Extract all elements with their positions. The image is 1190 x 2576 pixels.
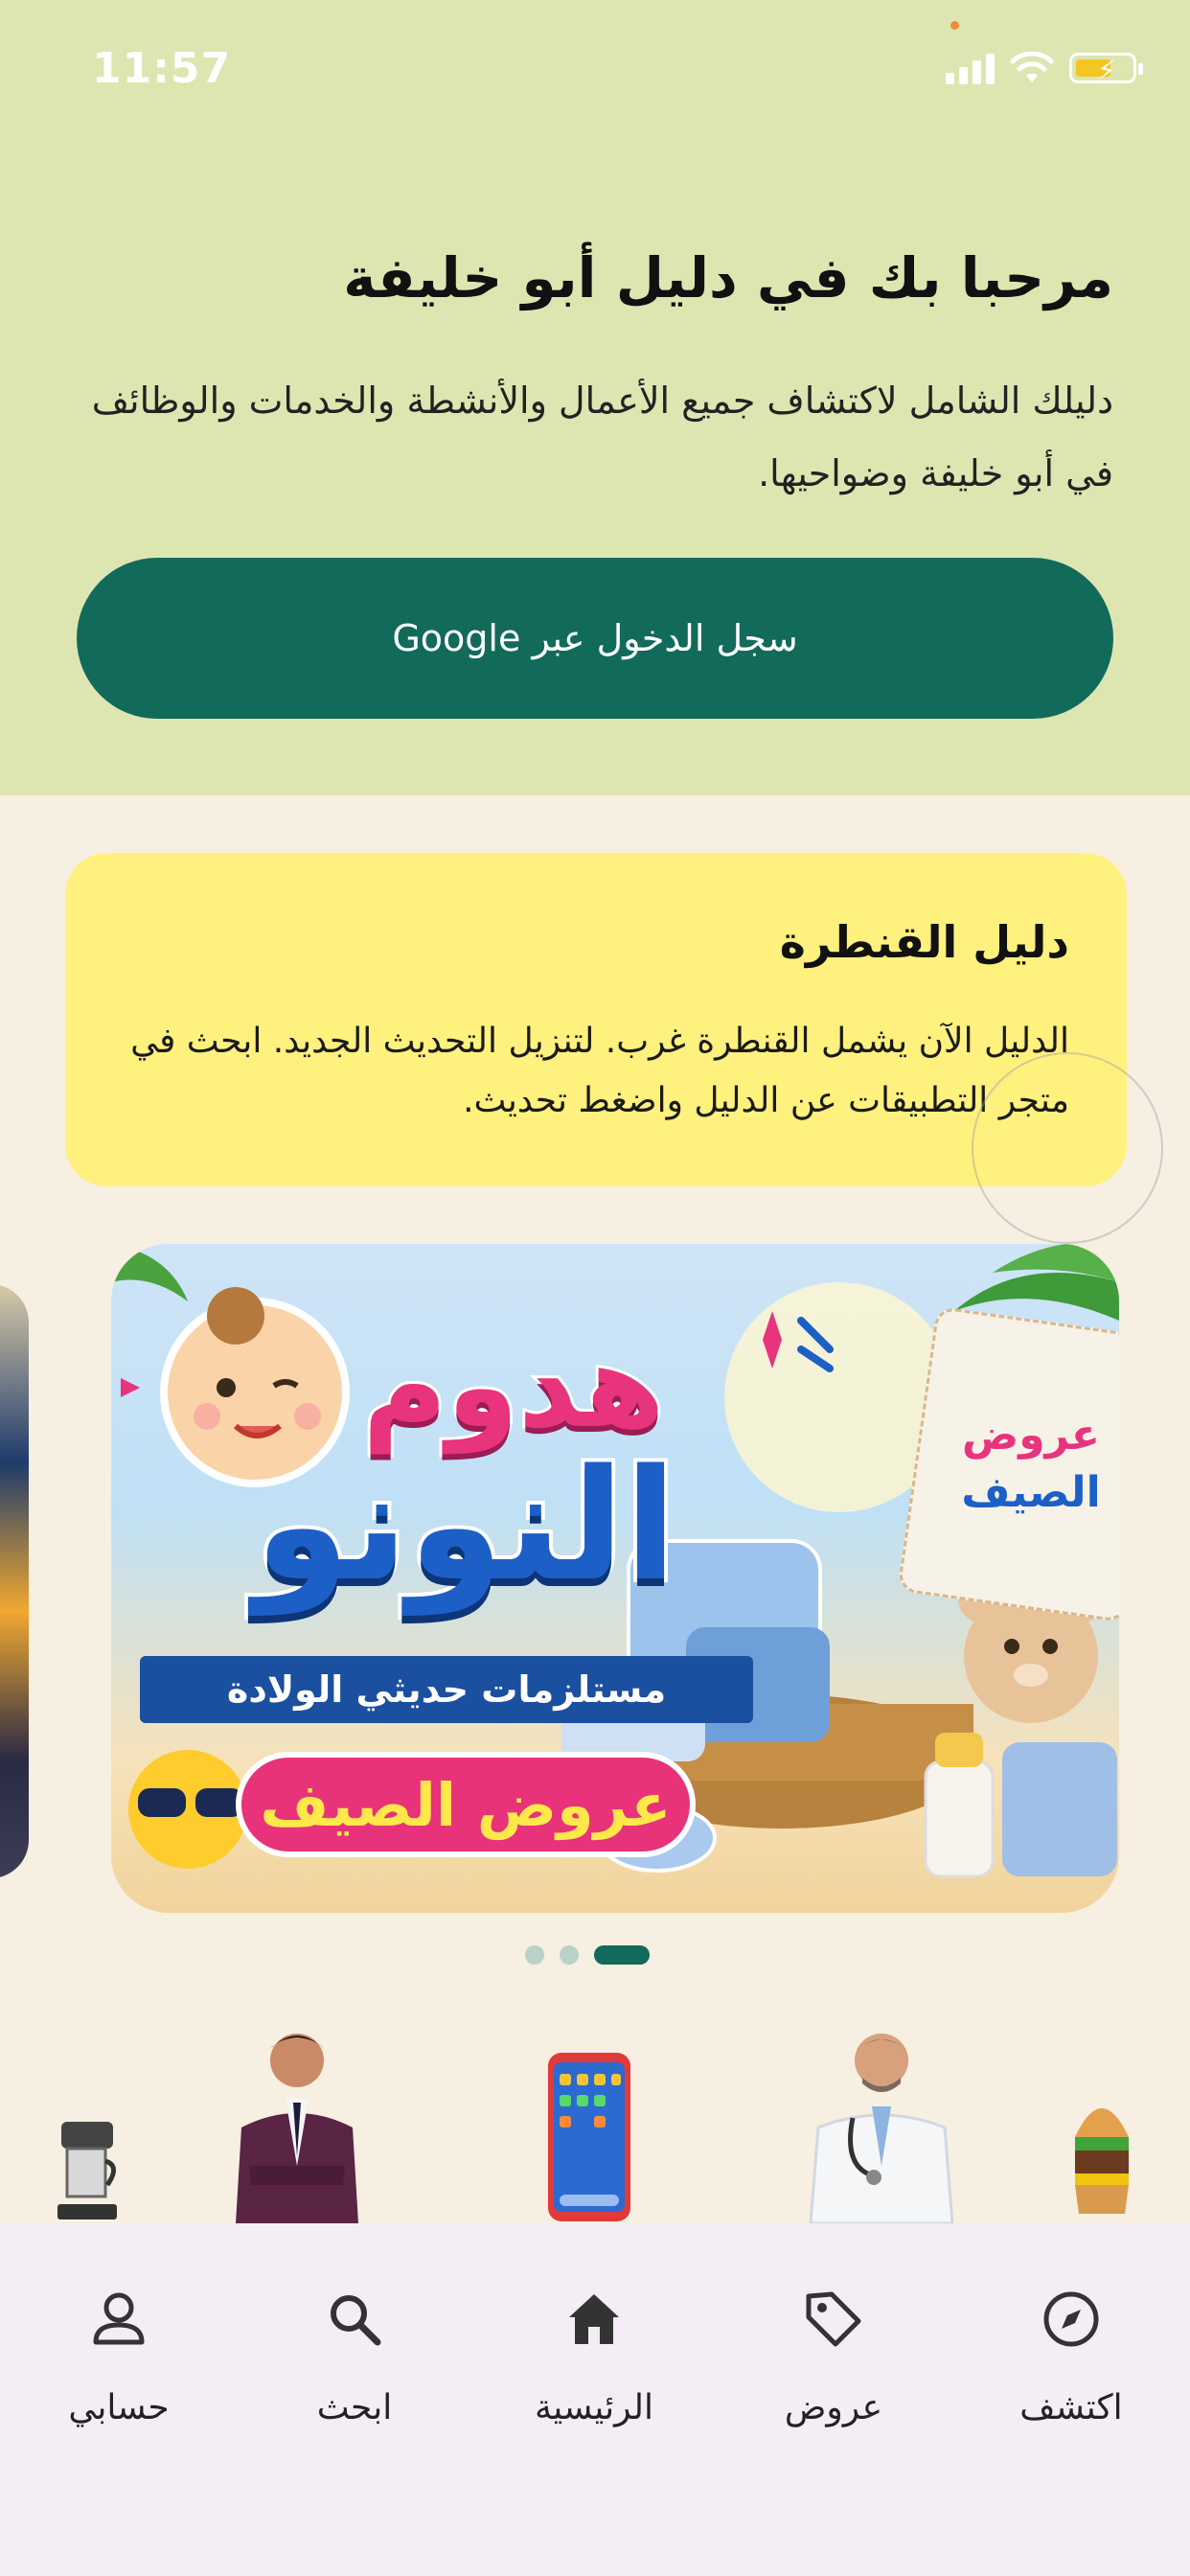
home-icon	[569, 2294, 619, 2344]
nav-label-offers: عروض	[784, 2388, 883, 2427]
nav-label-account: حسابي	[68, 2388, 170, 2427]
nav-label-home: الرئيسية	[535, 2388, 653, 2427]
status-bar: 11:57 ⚡	[0, 0, 1190, 134]
nav-item-offers[interactable]: عروض	[738, 2281, 929, 2427]
notice-card[interactable]: دليل القنطرة الدليل الآن يشمل القنطرة غر…	[65, 853, 1127, 1186]
status-time: 11:57	[92, 44, 232, 93]
banner-brand-line1: هدوم	[359, 1318, 667, 1457]
nav-item-explore[interactable]: اكتشف	[975, 2281, 1167, 2427]
battery-icon: ⚡	[1069, 53, 1143, 86]
carousel-indicator	[525, 1945, 650, 1965]
google-signin-button[interactable]: سجل الدخول عبر Google	[77, 558, 1113, 719]
carousel-dot[interactable]	[525, 1945, 544, 1965]
promo-banner[interactable]: هدوم النونو مستلزمات حديثي الولادة عروض …	[111, 1244, 1119, 1913]
nav-item-home[interactable]: الرئيسية	[498, 2281, 690, 2427]
compass-icon	[1043, 2291, 1099, 2347]
businessman-icon[interactable]	[230, 2022, 364, 2223]
nav-item-search[interactable]: ابحث	[259, 2281, 450, 2427]
notice-body: الدليل الآن يشمل القنطرة غرب. لتنزيل الت…	[130, 1022, 1069, 1120]
welcome-subtitle: دليلك الشامل لاكتشاف جميع الأعمال والأنش…	[91, 380, 1113, 494]
previous-banner-peek[interactable]	[0, 1284, 29, 1878]
person-icon	[93, 2292, 145, 2345]
signal-icon	[946, 52, 995, 84]
banner-brand-line2: النونو	[251, 1432, 681, 1619]
banner-ribbon: مستلزمات حديثي الولادة	[140, 1656, 753, 1723]
banner-tag-text: عروض الصيف	[935, 1407, 1119, 1522]
touch-indicator	[972, 1052, 1163, 1244]
doctor-icon[interactable]	[805, 2022, 958, 2223]
wifi-icon	[1010, 52, 1054, 82]
nav-label-search: ابحث	[316, 2388, 393, 2427]
category-strip	[0, 2022, 1190, 2223]
privacy-indicator-dot	[950, 21, 959, 30]
smartphone-icon[interactable]	[546, 2051, 632, 2223]
welcome-title: مرحبا بك في دليل أبو خليفة	[343, 245, 1113, 310]
banner-promo-pill: عروض الصيف	[236, 1752, 696, 1857]
search-icon	[331, 2295, 381, 2346]
banner-tag-line1: عروض	[962, 1411, 1100, 1460]
carousel-dot[interactable]	[560, 1945, 579, 1965]
burger-icon[interactable]	[1073, 2080, 1131, 2223]
coffee-machine-icon[interactable]	[57, 2118, 125, 2223]
bottom-navigation: حسابي ابحث الرئيسية عروض اكتشف	[0, 2223, 1190, 2576]
carousel-dot-active[interactable]	[594, 1945, 650, 1965]
nav-label-explore: اكتشف	[1019, 2388, 1123, 2427]
banner-tag-line2: الصيف	[961, 1468, 1101, 1517]
status-icons: ⚡	[946, 52, 1143, 86]
nav-item-account[interactable]: حسابي	[23, 2281, 215, 2427]
tag-icon	[806, 2291, 861, 2347]
welcome-header: 11:57 ⚡ مرحبا بك في دليل أبو خليفة دليلك…	[0, 0, 1190, 795]
notice-title: دليل القنطرة	[779, 916, 1069, 968]
